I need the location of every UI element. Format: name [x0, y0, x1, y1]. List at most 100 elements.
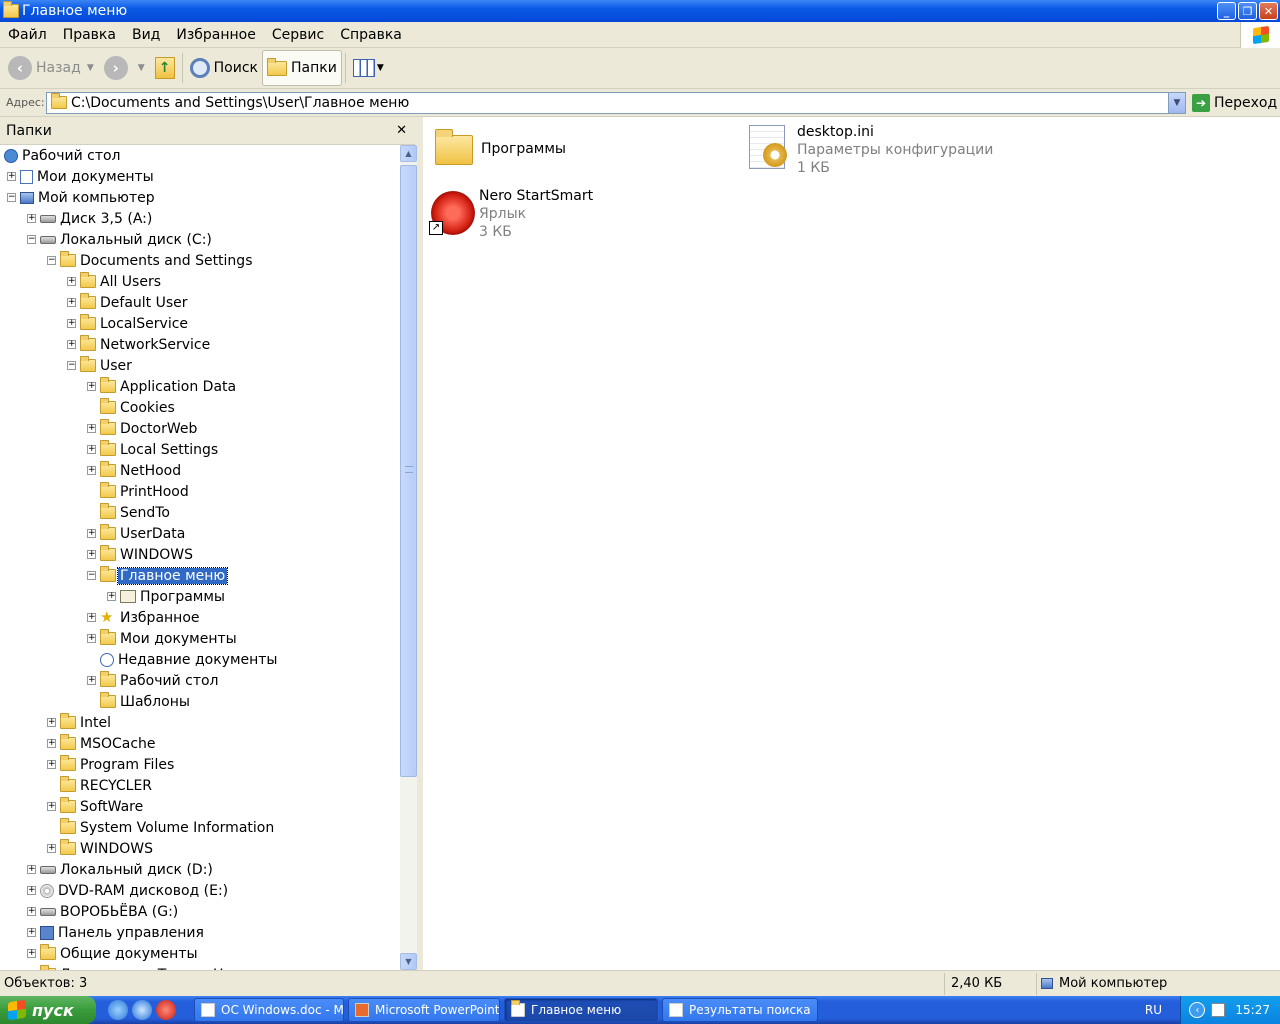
tree-item[interactable]: + Рабочий стол — [0, 670, 400, 691]
scroll-down-icon[interactable]: ▼ — [400, 953, 417, 970]
address-input[interactable]: C:\Documents and Settings\User\Главное м… — [46, 91, 1186, 114]
collapse-icon[interactable]: − — [27, 235, 36, 244]
expand-icon[interactable]: + — [27, 907, 36, 916]
folders-button[interactable]: Папки — [262, 50, 342, 86]
menu-file[interactable]: Файл — [0, 27, 55, 43]
file-item-desktop-ini[interactable]: desktop.ini Параметры конфигурации 1 КБ — [745, 123, 993, 177]
scroll-thumb[interactable] — [400, 165, 417, 777]
expand-icon[interactable]: + — [27, 928, 36, 937]
task-search-results[interactable]: Результаты поиска — [662, 998, 818, 1022]
tree-item[interactable]: − Главное меню — [0, 565, 400, 586]
tree-item[interactable]: + Local Settings — [0, 439, 400, 460]
tree-item[interactable]: + Мои документы — [0, 628, 400, 649]
expand-icon[interactable]: + — [7, 172, 16, 181]
collapse-icon[interactable]: − — [7, 193, 16, 202]
tree-item[interactable]: + Мои документы — [0, 166, 400, 187]
expand-icon[interactable]: + — [27, 886, 36, 895]
menu-view[interactable]: Вид — [124, 27, 168, 43]
expand-icon[interactable]: + — [87, 529, 96, 538]
expand-icon[interactable]: + — [67, 298, 76, 307]
forward-button[interactable]: › — [100, 50, 136, 86]
close-button[interactable]: ✕ — [1259, 2, 1278, 20]
expand-icon[interactable]: + — [87, 445, 96, 454]
tree-item[interactable]: + Application Data — [0, 376, 400, 397]
tree-item[interactable]: + Общие документы — [0, 943, 400, 964]
expand-icon[interactable]: + — [47, 718, 56, 727]
quicklaunch-nero-icon[interactable] — [156, 1000, 176, 1020]
quicklaunch-ie-icon[interactable] — [132, 1000, 152, 1020]
search-button[interactable]: Поиск — [186, 50, 262, 86]
file-item-programs[interactable]: Программы — [429, 125, 566, 173]
forward-dropdown-icon[interactable]: ▼ — [138, 63, 145, 73]
collapse-icon[interactable]: − — [67, 361, 76, 370]
expand-icon[interactable]: + — [87, 550, 96, 559]
tree-item[interactable]: − User — [0, 355, 400, 376]
task-word-document[interactable]: ОС Windows.doc - Mi... — [194, 998, 344, 1022]
menu-favorites[interactable]: Избранное — [168, 27, 264, 43]
tree-item[interactable]: + Диск 3,5 (A:) — [0, 208, 400, 229]
tree-item[interactable]: + ★ Избранное — [0, 607, 400, 628]
go-button[interactable]: ➔ Переход — [1192, 93, 1277, 112]
tree-item[interactable]: PrintHood — [0, 481, 400, 502]
file-item-nero-startsmart[interactable]: ↗ Nero StartSmart Ярлык 3 КБ — [427, 187, 593, 241]
tree-scrollbar[interactable]: ▲ ▼ — [400, 145, 417, 970]
expand-icon[interactable]: + — [47, 760, 56, 769]
task-powerpoint[interactable]: Microsoft PowerPoint ... — [348, 998, 500, 1022]
tree-item[interactable]: Недавние документы — [0, 649, 400, 670]
expand-icon[interactable]: + — [27, 214, 36, 223]
expand-icon[interactable]: + — [67, 319, 76, 328]
start-button[interactable]: пуск — [0, 996, 96, 1024]
tree-item[interactable]: + All Users — [0, 271, 400, 292]
tree-item[interactable]: + NetworkService — [0, 334, 400, 355]
tree-item[interactable]: + ВОРОБЬЁВА (G:) — [0, 901, 400, 922]
quicklaunch-messenger-icon[interactable] — [108, 1000, 128, 1020]
expand-icon[interactable]: + — [67, 277, 76, 286]
back-dropdown-icon[interactable]: ▼ — [87, 63, 94, 73]
tree-item[interactable]: Cookies — [0, 397, 400, 418]
tray-expand-icon[interactable]: ‹ — [1189, 1002, 1206, 1018]
scroll-up-icon[interactable]: ▲ — [400, 145, 417, 162]
tree-item[interactable]: + Program Files — [0, 754, 400, 775]
tree-item[interactable]: − Локальный диск (C:) — [0, 229, 400, 250]
tree-item[interactable]: + Default User — [0, 292, 400, 313]
tree-item[interactable]: + Intel — [0, 712, 400, 733]
tree-item[interactable]: System Volume Information — [0, 817, 400, 838]
expand-icon[interactable]: + — [27, 865, 36, 874]
up-folder-button[interactable]: ↑ — [151, 50, 179, 86]
tree-item[interactable]: + UserData — [0, 523, 400, 544]
expand-icon[interactable]: + — [87, 634, 96, 643]
tree-item[interactable]: + DoctorWeb — [0, 418, 400, 439]
menu-help[interactable]: Справка — [332, 27, 410, 43]
tree-item[interactable]: + Программы — [0, 586, 400, 607]
tree-item[interactable]: + DVD-RAM дисковод (E:) — [0, 880, 400, 901]
tree-item[interactable]: + MSOCache — [0, 733, 400, 754]
maximize-button[interactable]: ❐ — [1238, 2, 1257, 20]
views-button[interactable]: ▼ — [349, 50, 388, 86]
task-main-menu-folder[interactable]: Главное меню — [504, 998, 658, 1022]
expand-icon[interactable]: + — [87, 424, 96, 433]
tree-item[interactable]: + LocalService — [0, 313, 400, 334]
tree-item[interactable]: RECYCLER — [0, 775, 400, 796]
expand-icon[interactable]: + — [107, 592, 116, 601]
expand-icon[interactable]: + — [67, 340, 76, 349]
expand-icon[interactable]: + — [87, 676, 96, 685]
close-pane-icon[interactable]: ✕ — [396, 123, 407, 138]
expand-icon[interactable]: + — [87, 382, 96, 391]
expand-icon[interactable]: + — [47, 739, 56, 748]
tray-app-icon[interactable] — [1211, 1003, 1226, 1017]
menu-tools[interactable]: Сервис — [264, 27, 332, 43]
tree-item[interactable]: − Мой компьютер — [0, 187, 400, 208]
collapse-icon[interactable]: − — [47, 256, 56, 265]
tree-item[interactable]: + WINDOWS — [0, 838, 400, 859]
language-indicator[interactable]: RU — [1145, 1003, 1162, 1017]
tree-item[interactable]: Рабочий стол — [0, 145, 400, 166]
tree-item[interactable]: + NetHood — [0, 460, 400, 481]
expand-icon[interactable]: + — [47, 844, 56, 853]
tree-item[interactable]: + Панель управления — [0, 922, 400, 943]
collapse-icon[interactable]: − — [87, 571, 96, 580]
tree-item[interactable]: SendTo — [0, 502, 400, 523]
back-button[interactable]: ‹ Назад — [4, 50, 85, 86]
tree-item[interactable]: + SoftWare — [0, 796, 400, 817]
tree-item[interactable]: + Локальный диск (D:) — [0, 859, 400, 880]
tree-item[interactable]: − Documents and Settings — [0, 250, 400, 271]
